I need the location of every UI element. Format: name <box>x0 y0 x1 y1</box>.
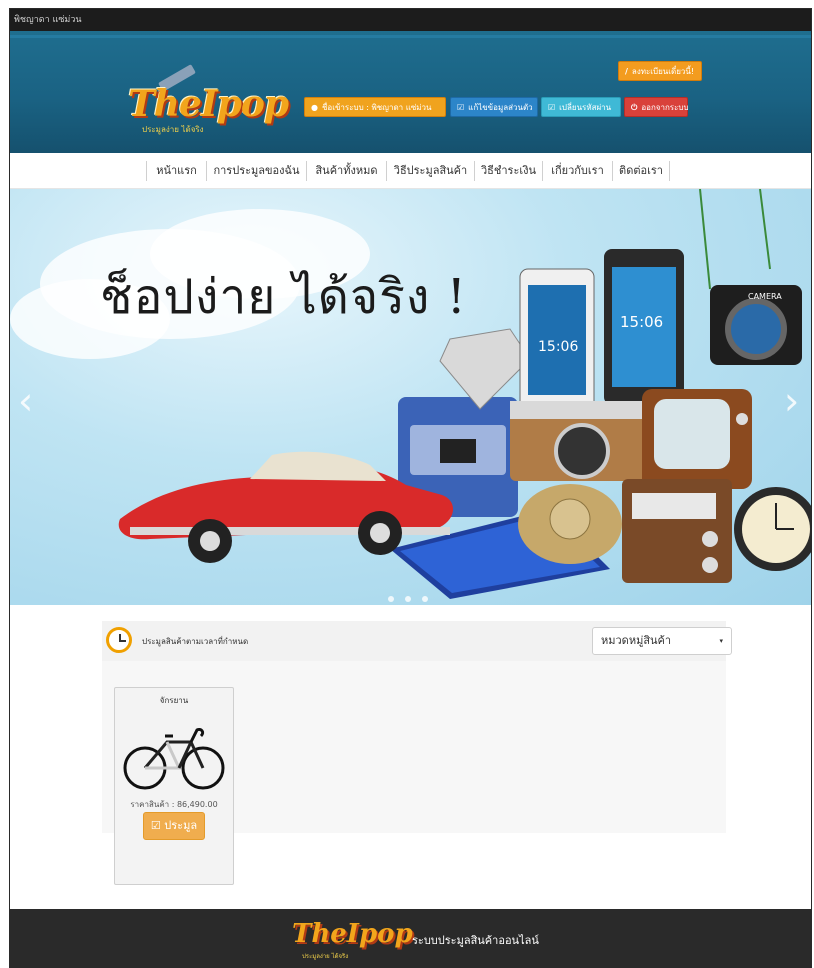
nav-how-to-pay[interactable]: วิธีชำระเงิน <box>474 161 542 181</box>
register-button[interactable]: / ลงทะเบียนเดี๋ยวนี้! <box>618 61 702 81</box>
hero-illustration: 15:06 15:06 CAMERA <box>118 189 811 599</box>
main-nav: หน้าแรก การประมูลของฉัน สินค้าทั้งหมด วิ… <box>10 153 811 189</box>
change-password-label: เปลี่ยนรหัสผ่าน <box>559 103 612 112</box>
product-name: จักรยาน <box>159 696 189 705</box>
user-login-button[interactable]: ● ชื่อเข้าระบบ : พิชญาดา แซ่ม่วน <box>304 97 446 117</box>
logo-brand: TheIpop <box>128 83 289 125</box>
nav-my-auctions[interactable]: การประมูลของฉัน <box>206 161 306 181</box>
auction-panel-title: ประมูลสินค้าตามเวลาที่กำหนด <box>142 637 249 646</box>
site-header: TheIpop ประมูลง่าย ได้จริง / ลงทะเบียนเดี… <box>10 31 811 153</box>
footer-bar: TheIpop ประมูลง่าย ได้จริง ระบบประมูลสิน… <box>10 909 811 968</box>
carousel-next-arrow[interactable]: › <box>784 379 799 423</box>
top-user-bar: พิชญาดา แซ่ม่วน <box>10 9 811 31</box>
nav-how-to-bid[interactable]: วิธีประมูลสินค้า <box>386 161 474 181</box>
edit-profile-button[interactable]: ☑ แก้ไขข้อมูลส่วนตัว <box>450 97 538 117</box>
user-icon: ● <box>311 103 318 112</box>
nav-home[interactable]: หน้าแรก <box>146 161 206 181</box>
carousel-dot[interactable] <box>405 596 412 602</box>
phone-clock: 15:06 <box>620 313 663 331</box>
bicycle-image <box>123 728 225 790</box>
carousel-dot[interactable] <box>422 596 429 602</box>
camera-label: CAMERA <box>748 292 782 301</box>
edit-icon: ☑ <box>548 103 556 112</box>
category-select[interactable]: หมวดหมู่สินค้า ▾ <box>592 627 732 655</box>
phone-clock: 15:06 <box>538 339 578 355</box>
power-icon: ⏻ <box>631 103 638 112</box>
carousel-dot[interactable] <box>388 596 394 602</box>
edit-icon: ☑ <box>457 103 465 112</box>
caret-down-icon: ▾ <box>719 637 723 645</box>
logout-label: ออกจากระบบ <box>641 103 689 112</box>
footer-tagline: ประมูลง่าย ได้จริง <box>302 953 349 960</box>
pencil-icon: / <box>625 67 628 76</box>
hero-carousel[interactable]: ช็อปง่าย ได้จริง ! 15:06 15:06 CAMERA ‹ … <box>10 189 811 605</box>
carousel-prev-arrow[interactable]: ‹ <box>18 379 33 423</box>
register-label: ลงทะเบียนเดี๋ยวนี้! <box>631 67 695 76</box>
footer-description: ระบบประมูลสินค้าออนไลน์ <box>412 934 539 947</box>
nav-contact[interactable]: ติดต่อเรา <box>612 161 670 181</box>
top-user-text: พิชญาดา แซ่ม่วน <box>14 15 82 25</box>
site-logo[interactable]: TheIpop ประมูลง่าย ได้จริง <box>128 64 289 141</box>
auction-panel-header: ประมูลสินค้าตามเวลาที่กำหนด หมวดหมู่สินค… <box>102 621 732 661</box>
user-label: ชื่อเข้าระบบ : พิชญาดา แซ่ม่วน <box>321 103 432 112</box>
nav-all-products[interactable]: สินค้าทั้งหมด <box>306 161 386 181</box>
clock-icon <box>106 627 132 653</box>
footer-logo[interactable]: TheIpop <box>292 919 413 949</box>
category-select-value: หมวดหมู่สินค้า <box>601 634 672 647</box>
logo-tagline: ประมูลง่าย ได้จริง <box>142 125 204 134</box>
carousel-indicators[interactable] <box>388 587 434 605</box>
change-password-button[interactable]: ☑ เปลี่ยนรหัสผ่าน <box>541 97 621 117</box>
nav-about[interactable]: เกี่ยวกับเรา <box>542 161 612 181</box>
edit-profile-label: แก้ไขข้อมูลส่วนตัว <box>468 103 533 112</box>
page-frame: พิชญาดา แซ่ม่วน TheIpop ประมูลง่าย ได้จร… <box>9 8 812 968</box>
site-footer: TheIpop ประมูลง่าย ได้จริง ระบบประมูลสิน… <box>10 801 811 968</box>
logout-button[interactable]: ⏻ ออกจากระบบ <box>624 97 689 117</box>
